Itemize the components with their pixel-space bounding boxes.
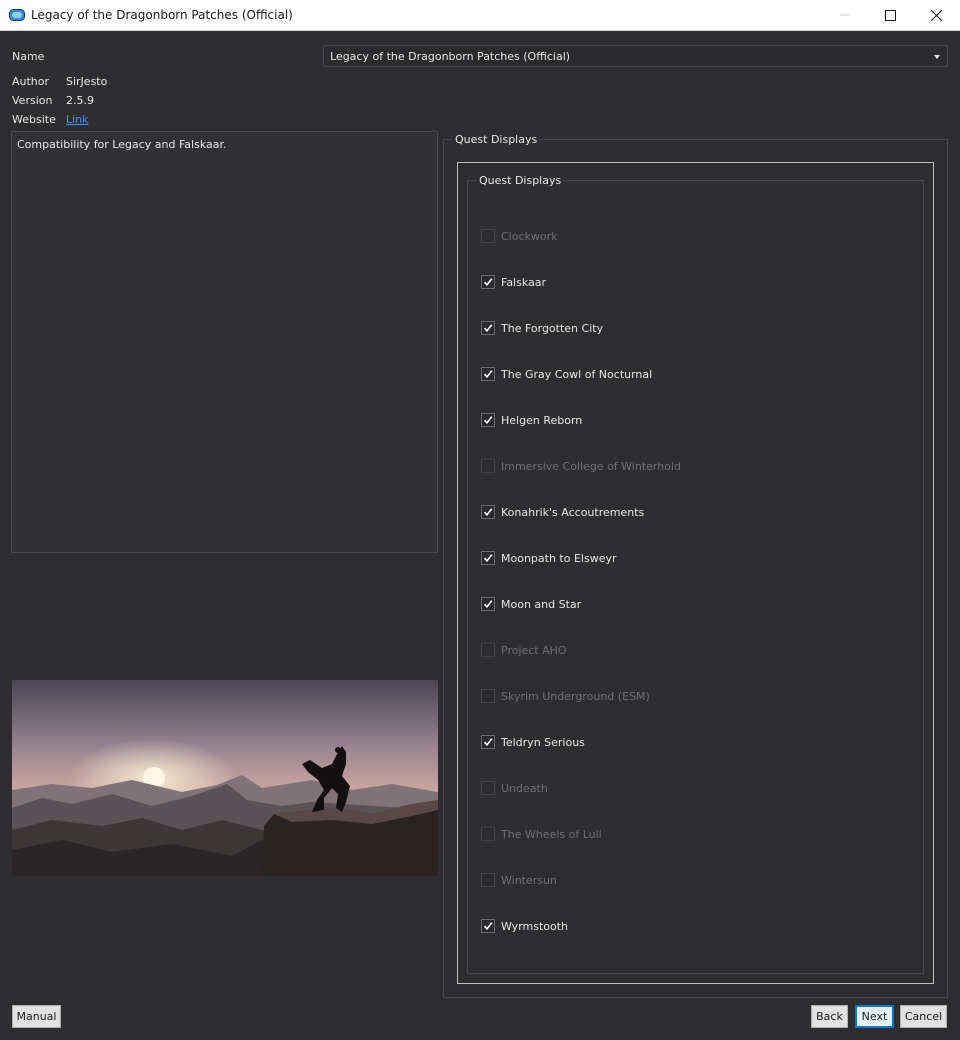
author-label: Author xyxy=(12,75,50,88)
checkmark-icon xyxy=(483,278,493,287)
option-checkbox[interactable] xyxy=(481,367,495,381)
option-row[interactable]: Project AHO xyxy=(481,642,567,658)
option-row[interactable]: Moonpath to Elsweyr xyxy=(481,550,617,566)
option-checkbox[interactable] xyxy=(481,459,495,473)
chevron-down-icon xyxy=(934,55,940,59)
option-row[interactable]: Wyrmstooth xyxy=(481,918,568,934)
option-checkbox[interactable] xyxy=(481,321,495,335)
option-label: Immersive College of Winterhold xyxy=(501,459,681,473)
option-checkbox[interactable] xyxy=(481,873,495,887)
checkmark-icon xyxy=(483,738,493,747)
app-icon xyxy=(9,9,25,21)
option-label: Helgen Reborn xyxy=(501,413,583,427)
option-row[interactable]: Immersive College of Winterhold xyxy=(481,458,681,474)
maximize-icon xyxy=(884,9,896,21)
option-label: Teldryn Serious xyxy=(501,735,585,749)
option-row[interactable]: Wintersun xyxy=(481,872,557,888)
option-checkbox[interactable] xyxy=(481,275,495,289)
back-button[interactable]: Back xyxy=(811,1005,848,1028)
option-label: Clockwork xyxy=(501,229,558,243)
quest-displays-group-title: Quest Displays xyxy=(452,133,541,146)
quest-displays-inner-group xyxy=(467,180,924,974)
option-checkbox[interactable] xyxy=(481,919,495,933)
checkmark-icon xyxy=(483,554,493,563)
option-label: The Forgotten City xyxy=(501,321,604,335)
title-bar: Legacy of the Dragonborn Patches (Offici… xyxy=(0,0,960,31)
version-value: 2.5.9 xyxy=(66,94,94,107)
option-checkbox[interactable] xyxy=(481,413,495,427)
next-button[interactable]: Next xyxy=(855,1005,894,1028)
option-checkbox[interactable] xyxy=(481,781,495,795)
close-icon xyxy=(930,9,942,21)
option-row[interactable]: Falskaar xyxy=(481,274,546,290)
option-label: The Wheels of Lull xyxy=(501,827,602,841)
option-row[interactable]: The Wheels of Lull xyxy=(481,826,602,842)
option-label: Moonpath to Elsweyr xyxy=(501,551,617,565)
option-label: Wyrmstooth xyxy=(501,919,569,933)
minimize-icon xyxy=(840,14,850,16)
preview-image xyxy=(12,680,438,876)
checkmark-icon xyxy=(483,922,493,931)
maximize-button[interactable] xyxy=(867,0,913,30)
website-link[interactable]: Link xyxy=(66,113,89,126)
option-label: Wintersun xyxy=(501,873,557,887)
checkmark-icon xyxy=(483,324,493,333)
option-row[interactable]: The Forgotten City xyxy=(481,320,603,336)
option-checkbox[interactable] xyxy=(481,551,495,565)
option-row[interactable]: Konahrik's Accoutrements xyxy=(481,504,644,520)
option-label: The Gray Cowl of Nocturnal xyxy=(501,367,653,381)
option-checkbox[interactable] xyxy=(481,229,495,243)
manual-button[interactable]: Manual xyxy=(12,1005,61,1028)
author-value: SirJesto xyxy=(66,75,108,88)
checkmark-icon xyxy=(483,600,493,609)
option-row[interactable]: Skyrim Underground (ESM) xyxy=(481,688,650,704)
checkmark-icon xyxy=(483,508,493,517)
option-row[interactable]: Undeath xyxy=(481,780,548,796)
name-label: Name xyxy=(12,50,45,63)
checkmark-icon xyxy=(483,370,493,379)
option-row[interactable]: Teldryn Serious xyxy=(481,734,585,750)
cancel-button[interactable]: Cancel xyxy=(900,1005,947,1028)
option-checkbox[interactable] xyxy=(481,735,495,749)
name-select-value: Legacy of the Dragonborn Patches (Offici… xyxy=(330,50,571,63)
website-label: Website xyxy=(12,113,56,126)
description-text: Compatibility for Legacy and Falskaar. xyxy=(17,138,227,151)
minimize-button[interactable] xyxy=(822,0,868,30)
option-checkbox[interactable] xyxy=(481,689,495,703)
name-select[interactable]: Legacy of the Dragonborn Patches (Offici… xyxy=(323,45,948,67)
close-button[interactable] xyxy=(913,0,959,30)
option-checkbox[interactable] xyxy=(481,505,495,519)
option-label: Undeath xyxy=(501,781,548,795)
checkmark-icon xyxy=(483,416,493,425)
description-box[interactable]: Compatibility for Legacy and Falskaar. xyxy=(11,131,438,553)
option-label: Project AHO xyxy=(501,643,567,657)
option-label: Moon and Star xyxy=(501,597,582,611)
window-title: Legacy of the Dragonborn Patches (Offici… xyxy=(31,8,293,22)
option-row[interactable]: Clockwork xyxy=(481,228,558,244)
option-checkbox[interactable] xyxy=(481,597,495,611)
option-checkbox[interactable] xyxy=(481,643,495,657)
option-label: Konahrik's Accoutrements xyxy=(501,505,645,519)
option-label: Skyrim Underground (ESM) xyxy=(501,689,650,703)
option-label: Falskaar xyxy=(501,275,547,289)
quest-displays-inner-title: Quest Displays xyxy=(476,174,565,187)
option-row[interactable]: Helgen Reborn xyxy=(481,412,582,428)
option-row[interactable]: Moon and Star xyxy=(481,596,581,612)
option-checkbox[interactable] xyxy=(481,827,495,841)
option-row[interactable]: The Gray Cowl of Nocturnal xyxy=(481,366,652,382)
version-label: Version xyxy=(12,94,53,107)
